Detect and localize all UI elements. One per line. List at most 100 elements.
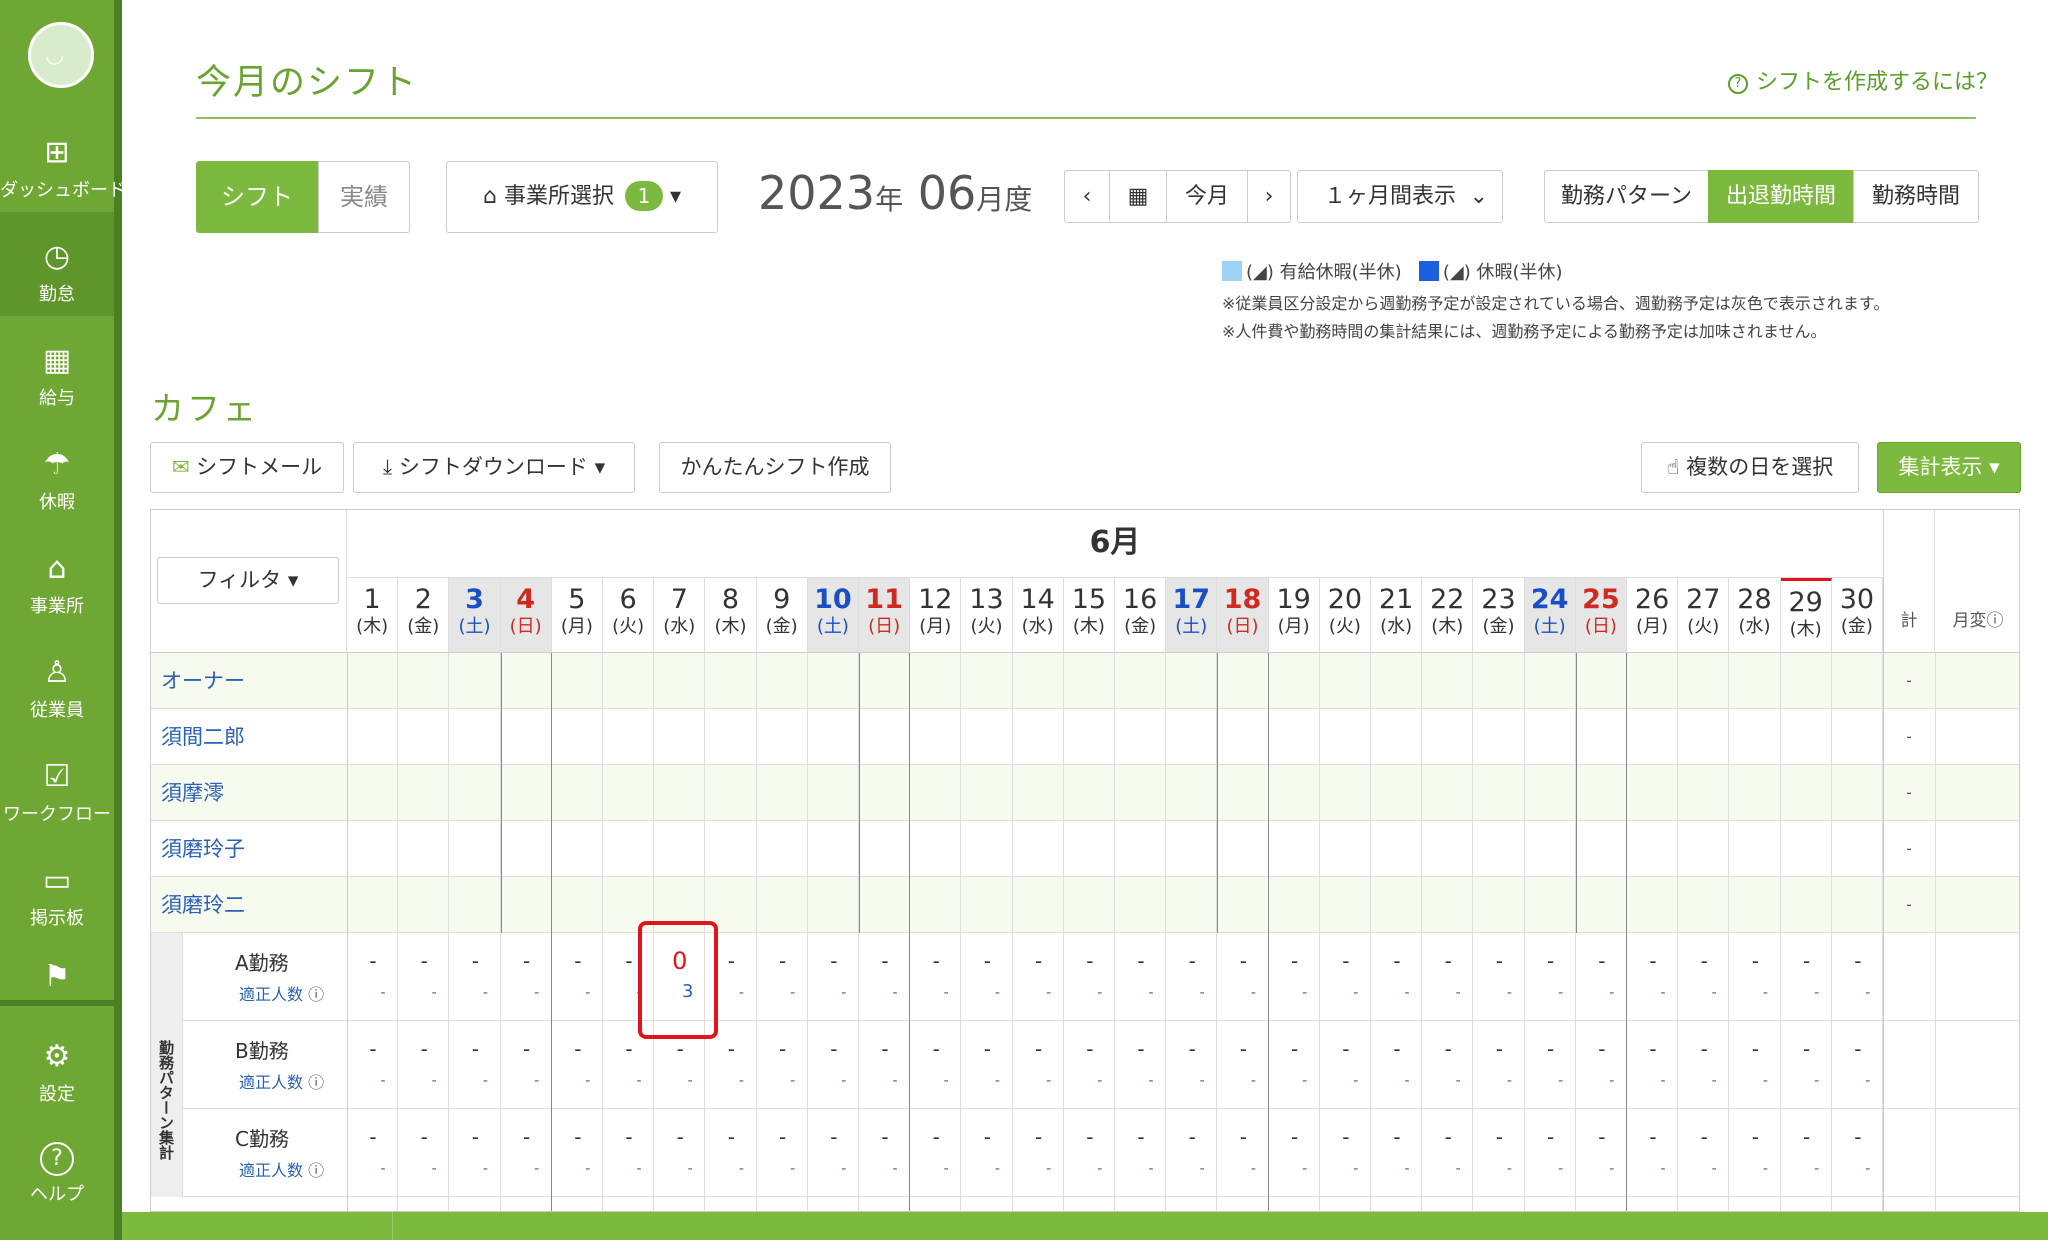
- day-header[interactable]: 27 (火): [1678, 578, 1730, 653]
- employee-name[interactable]: 須磨玲二: [151, 877, 347, 933]
- employee-name[interactable]: 須間二郎: [151, 709, 347, 765]
- day-header[interactable]: 16 (金): [1115, 578, 1167, 653]
- count-required: -: [892, 985, 898, 1001]
- sidebar-item-9[interactable]: ⚙ 設定: [0, 1012, 114, 1116]
- day-header[interactable]: 28 (水): [1729, 578, 1781, 653]
- day-header[interactable]: 8 (木): [705, 578, 757, 653]
- prev-month-button[interactable]: ‹: [1064, 170, 1110, 223]
- multi-select-button[interactable]: ☝ 複数の日を選択: [1641, 442, 1859, 493]
- next-month-button[interactable]: ›: [1247, 170, 1291, 223]
- column-line: [909, 653, 911, 1211]
- day-header[interactable]: 24 (土): [1524, 578, 1576, 653]
- count-required: -: [943, 1073, 949, 1089]
- download-icon: ⤓: [382, 455, 393, 479]
- sidebar-item-4[interactable]: ⌂ 事業所: [0, 524, 114, 628]
- day-header[interactable]: 29 (木): [1780, 578, 1832, 653]
- day-weekday: (木): [1072, 616, 1105, 637]
- easy-shift-button[interactable]: かんたんシフト作成: [659, 442, 891, 493]
- day-header[interactable]: 21 (水): [1371, 578, 1423, 653]
- shift-download-button[interactable]: ⤓ シフトダウンロード ▾: [353, 442, 635, 493]
- tab-shift[interactable]: シフト: [196, 161, 318, 233]
- count-actual: -: [983, 1125, 991, 1149]
- day-header[interactable]: 2 (金): [398, 578, 450, 653]
- count-actual: -: [1700, 1125, 1708, 1149]
- count-required: -: [534, 1161, 540, 1177]
- count-required: -: [1455, 985, 1461, 1001]
- column-line: [1114, 653, 1115, 1211]
- day-header[interactable]: 13 (火): [961, 578, 1013, 653]
- count-required: -: [585, 985, 591, 1001]
- sidebar-item-3[interactable]: ☂ 休暇: [0, 420, 114, 524]
- paid-leave-half-icon: (◢): [1246, 262, 1274, 283]
- day-header[interactable]: 30 (金): [1831, 578, 1883, 653]
- view-hours-button[interactable]: 勤務時間: [1853, 170, 1979, 223]
- employee-name[interactable]: 須摩澪: [151, 765, 347, 821]
- app-logo[interactable]: ◡: [28, 22, 94, 88]
- count-required: -: [1353, 1073, 1359, 1089]
- sidebar-item-7[interactable]: ▭ 掲示板: [0, 836, 114, 940]
- count-actual: -: [1444, 949, 1452, 973]
- sidebar-item-label: ダッシュボード: [0, 180, 126, 201]
- employee-row-bg: [151, 877, 2019, 933]
- paid-leave-label: 有給休暇(半休): [1279, 262, 1402, 283]
- sidebar-item-0[interactable]: ⊞ ダッシュボード: [0, 108, 126, 212]
- this-month-button[interactable]: 今月: [1166, 170, 1248, 223]
- sidebar-item-1[interactable]: ◷ 勤怠: [0, 212, 114, 316]
- mail-icon: ✉: [171, 455, 190, 479]
- day-header[interactable]: 19 (月): [1268, 578, 1320, 653]
- count-actual: -: [625, 1125, 633, 1149]
- day-header[interactable]: 23 (金): [1473, 578, 1525, 653]
- sidebar-item-6[interactable]: ☑ ワークフロー: [0, 732, 114, 836]
- day-header[interactable]: 9 (金): [756, 578, 808, 653]
- day-header[interactable]: 4 (日): [500, 578, 552, 653]
- day-header[interactable]: 18 (日): [1217, 578, 1269, 653]
- sidebar-item-2[interactable]: ▦ 給与: [0, 316, 114, 420]
- day-header[interactable]: 10 (土): [807, 578, 859, 653]
- column-line: [806, 653, 808, 1211]
- pattern-sub[interactable]: 適正人数 ⓘ: [239, 1157, 324, 1181]
- day-header[interactable]: 1 (木): [347, 578, 399, 653]
- day-header[interactable]: 22 (木): [1422, 578, 1474, 653]
- office-select-button[interactable]: ⌂ 事業所選択 1 ▾: [446, 161, 718, 233]
- range-select[interactable]: １ヶ月間表示 ⌄: [1297, 170, 1503, 223]
- day-header[interactable]: 11 (日): [859, 578, 911, 653]
- day-header[interactable]: 3 (土): [449, 578, 501, 653]
- calendar-button[interactable]: ▦: [1109, 170, 1167, 223]
- pattern-sub[interactable]: 適正人数 ⓘ: [239, 1069, 324, 1093]
- leave-half-icon: (◢): [1442, 262, 1471, 283]
- pattern-sub[interactable]: 適正人数 ⓘ: [239, 981, 324, 1005]
- day-header[interactable]: 26 (月): [1627, 578, 1679, 653]
- umbrella-icon: ☂: [43, 447, 71, 482]
- monthly-change-header[interactable]: 月変ⓘ: [1935, 510, 2019, 653]
- day-header[interactable]: 20 (火): [1319, 578, 1371, 653]
- day-header[interactable]: 14 (水): [1012, 578, 1064, 653]
- pattern-row-bg: [151, 1109, 2019, 1197]
- count-actual: -: [1495, 949, 1503, 973]
- day-header[interactable]: 17 (土): [1166, 578, 1218, 653]
- employee-name[interactable]: オーナー: [151, 653, 347, 709]
- column-line: [397, 653, 399, 1211]
- summary-button[interactable]: 集計表示 ▾: [1877, 442, 2021, 493]
- shift-mail-button[interactable]: ✉ シフトメール: [150, 442, 344, 493]
- day-header[interactable]: 25 (日): [1575, 578, 1627, 653]
- count-required: -: [1250, 1073, 1256, 1089]
- tab-actual[interactable]: 実績: [318, 161, 410, 233]
- day-header[interactable]: 12 (月): [910, 578, 962, 653]
- day-header[interactable]: 6 (火): [603, 578, 655, 653]
- view-pattern-button[interactable]: 勤務パターン: [1544, 170, 1709, 223]
- day-header[interactable]: 15 (木): [1063, 578, 1115, 653]
- sidebar-item-5[interactable]: ♙ 従業員: [0, 628, 114, 732]
- sidebar-item-10[interactable]: ? ヘルプ: [0, 1116, 114, 1220]
- employee-name[interactable]: 須磨玲子: [151, 821, 347, 877]
- count-required: -: [1046, 1161, 1052, 1177]
- day-header[interactable]: 5 (月): [551, 578, 603, 653]
- day-number: 16: [1122, 584, 1158, 615]
- view-inout-button[interactable]: 出退勤時間: [1708, 170, 1854, 223]
- filter-button[interactable]: フィルタ ▾: [157, 557, 339, 604]
- count-required: -: [687, 1161, 693, 1177]
- count-required: -: [1558, 1161, 1564, 1177]
- help-link[interactable]: ? シフトを作成するには？: [1727, 64, 1998, 96]
- info-icon: ⓘ: [308, 985, 325, 1004]
- count-actual: -: [1342, 949, 1350, 973]
- day-header[interactable]: 7 (水): [654, 578, 706, 653]
